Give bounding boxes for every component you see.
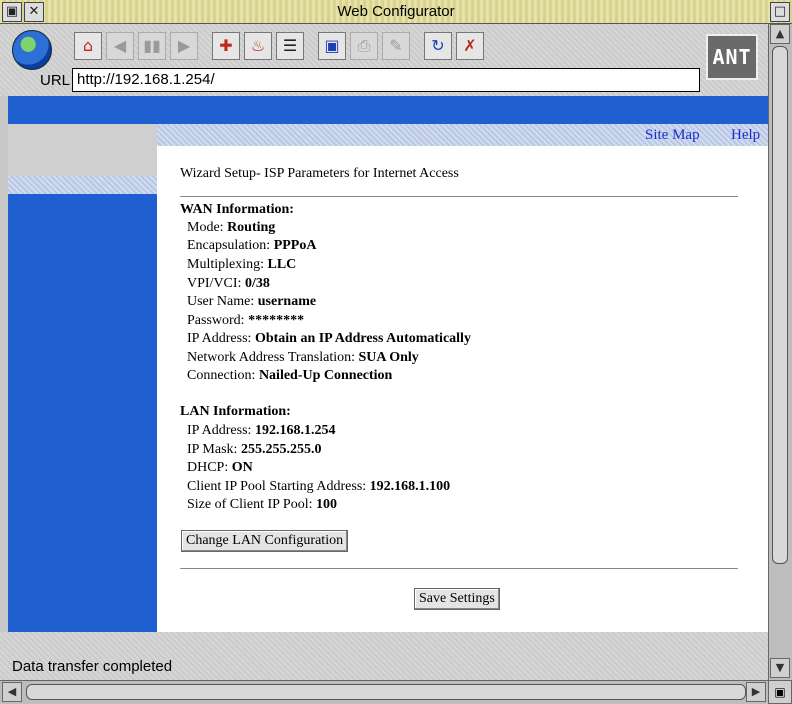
resize-corner-icon[interactable]: ▣ <box>768 680 792 704</box>
status-text: Data transfer completed <box>12 658 173 675</box>
divider <box>180 196 738 197</box>
wan-row-password: Password: ******** <box>187 313 305 328</box>
vertical-scrollbar[interactable]: ▲ ▼ <box>768 24 792 680</box>
sidebar-panel <box>8 194 157 632</box>
back-icon[interactable]: ◀ <box>106 32 134 60</box>
stop-icon[interactable]: ▮▮ <box>138 32 166 60</box>
close-page-icon[interactable]: ✗ <box>456 32 484 60</box>
lan-section-title: LAN Information: <box>180 404 291 419</box>
lan-row-pool-size: Size of Client IP Pool: 100 <box>187 497 337 512</box>
reload-icon[interactable]: ↻ <box>424 32 452 60</box>
divider <box>180 568 738 569</box>
edit-icon[interactable]: ✎ <box>382 32 410 60</box>
history-icon[interactable]: ☰ <box>276 32 304 60</box>
globe-icon[interactable] <box>12 30 52 70</box>
save-settings-button[interactable]: Save Settings <box>414 588 500 610</box>
horizontal-scroll-thumb[interactable] <box>26 684 746 700</box>
wan-row-nat: Network Address Translation: SUA Only <box>187 350 419 365</box>
lan-row-dhcp: DHCP: ON <box>187 460 253 475</box>
forward-icon[interactable]: ▶ <box>170 32 198 60</box>
add-hotlist-icon[interactable]: ✚ <box>212 32 240 60</box>
toggle-size-icon[interactable]: □ <box>770 2 790 22</box>
wan-row-user-name: User Name: username <box>187 294 317 309</box>
scroll-down-icon[interactable]: ▼ <box>770 658 790 678</box>
wan-row-ip-address: IP Address: Obtain an IP Address Automat… <box>187 331 471 346</box>
web-page: Site Map Help Wizard Setup- ISP Paramete… <box>8 96 768 632</box>
sidebar-header <box>8 124 157 176</box>
window-title: Web Configurator <box>337 3 455 20</box>
vertical-scroll-thumb[interactable] <box>772 46 788 564</box>
hotlist-icon[interactable]: ♨ <box>244 32 272 60</box>
browser-toolbar: ⌂ ◀ ▮▮ ▶ ✚ ♨ ☰ ▣ ⎙ ✎ ↻ ✗ ANT URL http://… <box>0 24 768 96</box>
url-input[interactable]: http://192.168.1.254/ <box>72 68 700 92</box>
status-bar: Data transfer completed <box>0 632 768 680</box>
scroll-left-icon[interactable]: ◀ <box>2 682 22 702</box>
wan-section-title: WAN Information: <box>180 202 294 217</box>
scroll-up-icon[interactable]: ▲ <box>770 24 790 44</box>
lan-row-pool-start: Client IP Pool Starting Address: 192.168… <box>187 479 451 494</box>
sidebar-stripe <box>8 176 157 194</box>
lan-row-ip-address: IP Address: 192.168.1.254 <box>187 423 336 438</box>
horizontal-scrollbar[interactable]: ◀ ▶ <box>0 680 768 704</box>
top-banner <box>8 96 768 124</box>
help-link[interactable]: Help <box>731 127 760 144</box>
wan-row-encapsulation: Encapsulation: PPPoA <box>187 238 317 253</box>
url-label: URL <box>40 72 71 89</box>
wan-row-mode: Mode: Routing <box>187 220 276 235</box>
wan-row-vpi-vci: VPI/VCI: 0/38 <box>187 276 270 291</box>
wan-row-multiplexing: Multiplexing: LLC <box>187 257 297 272</box>
home-icon[interactable]: ⌂ <box>74 32 102 60</box>
title-bar: ▣ ✕ Web Configurator □ <box>0 0 792 24</box>
ant-logo: ANT <box>706 34 758 80</box>
save-icon[interactable]: ▣ <box>318 32 346 60</box>
scroll-right-icon[interactable]: ▶ <box>746 682 766 702</box>
page-title: Wizard Setup- ISP Parameters for Interne… <box>180 166 459 181</box>
lan-row-ip-mask: IP Mask: 255.255.255.0 <box>187 442 322 457</box>
print-icon[interactable]: ⎙ <box>350 32 378 60</box>
site-map-link[interactable]: Site Map <box>645 127 700 144</box>
wan-row-connection: Connection: Nailed-Up Connection <box>187 368 393 383</box>
change-lan-config-button[interactable]: Change LAN Configuration <box>181 530 349 552</box>
nav-strip: Site Map Help <box>157 124 768 146</box>
